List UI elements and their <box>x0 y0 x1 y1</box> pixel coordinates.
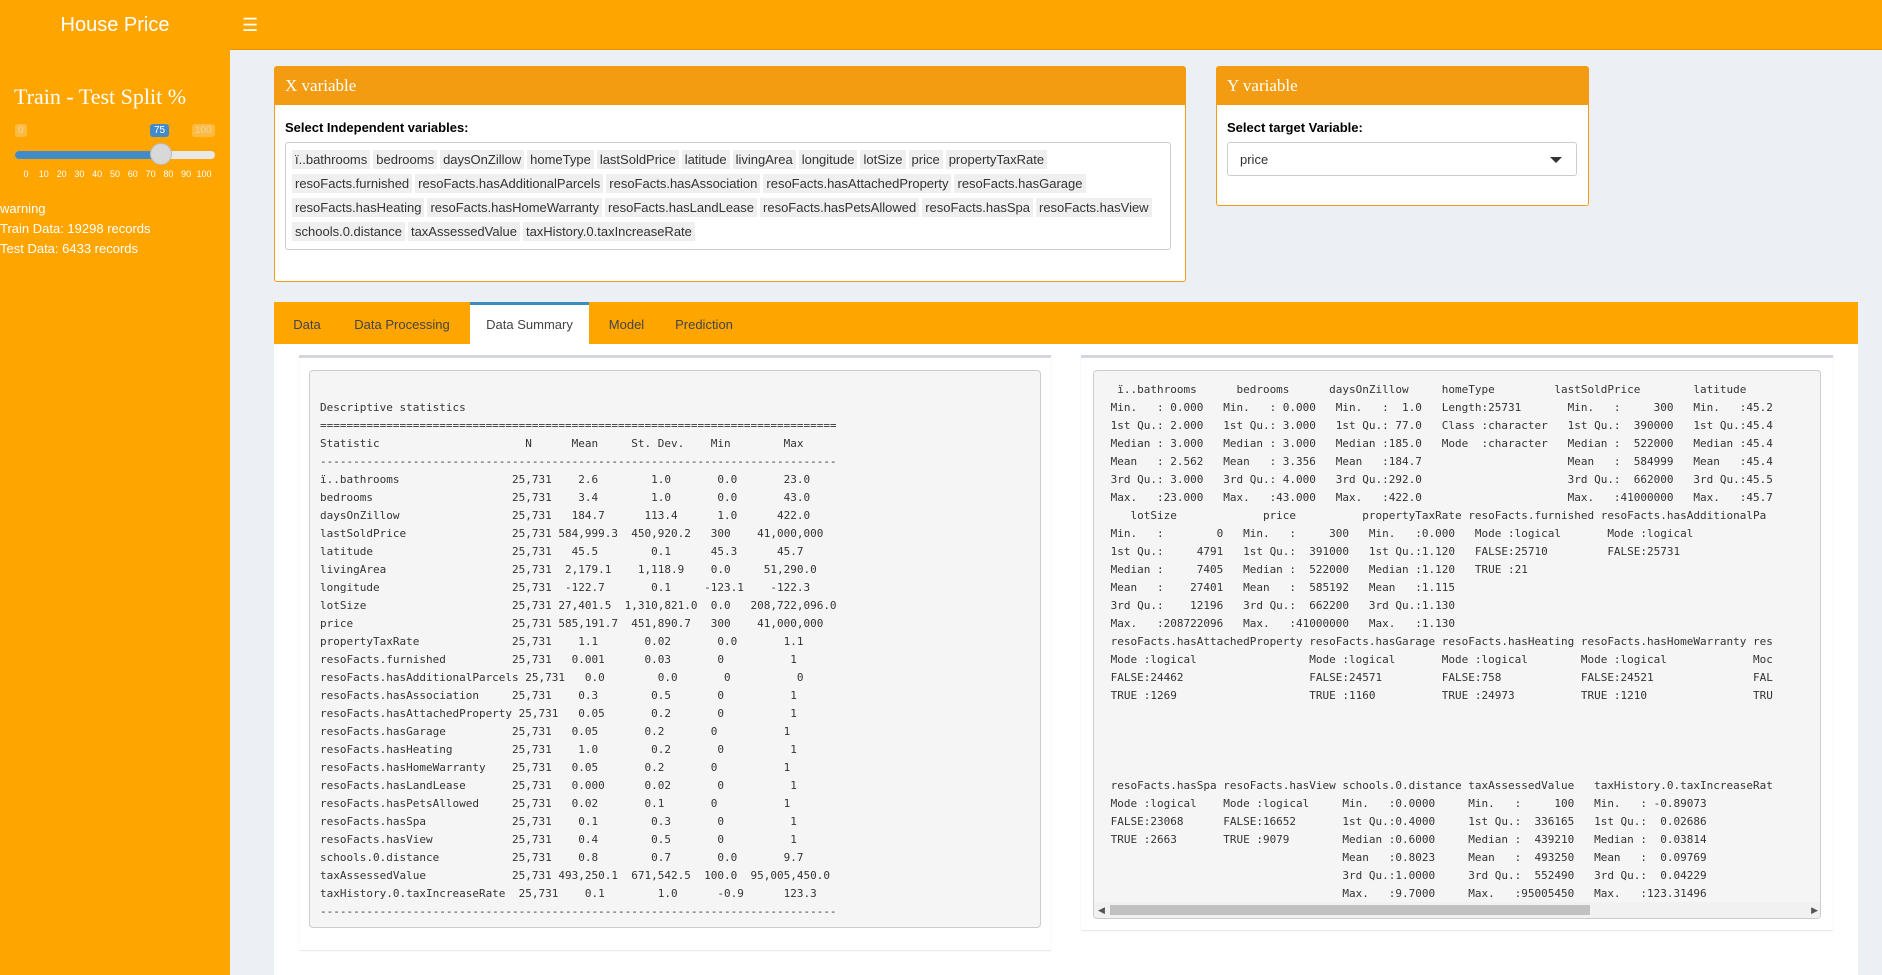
top-navbar: House Price ☰ <box>0 0 1882 50</box>
slider-ticks: 0 10 20 30 40 50 60 70 80 90 100 <box>15 169 215 181</box>
descriptive-stats-panel: Descriptive statistics =================… <box>299 355 1051 950</box>
variable-tag[interactable]: resoFacts.hasHeating <box>292 198 425 217</box>
train-count: Train Data: 19298 records <box>0 221 151 236</box>
summary-output[interactable]: ï..bathrooms bedrooms daysOnZillow homeT… <box>1093 370 1821 919</box>
variable-tag[interactable]: latitude <box>681 150 730 169</box>
variable-tag[interactable]: lastSoldPrice <box>596 150 679 169</box>
descriptive-stats-output: Descriptive statistics =================… <box>309 370 1041 928</box>
target-var-value: price <box>1240 152 1269 167</box>
sidebar-toggle-icon[interactable]: ☰ <box>242 14 260 36</box>
variable-tag[interactable]: resoFacts.hasAdditionalParcels <box>415 174 604 193</box>
descriptive-stats-text: Descriptive statistics =================… <box>320 401 837 918</box>
tick-label: 50 <box>109 169 121 179</box>
variable-tag[interactable]: lotSize <box>860 150 906 169</box>
variable-tag[interactable]: livingArea <box>732 150 796 169</box>
tick-label: 20 <box>56 169 67 179</box>
variable-tag[interactable]: resoFacts.hasGarage <box>954 174 1086 193</box>
slider-track[interactable] <box>15 151 215 159</box>
variable-tag[interactable]: resoFacts.hasAttachedProperty <box>763 174 952 193</box>
tick-label: 30 <box>74 169 85 179</box>
tab-data-summary[interactable]: Data Summary <box>470 302 589 344</box>
tick-label: 10 <box>38 169 49 179</box>
summary-text: ï..bathrooms bedrooms daysOnZillow homeT… <box>1110 383 1773 900</box>
tick-label: 70 <box>145 169 156 179</box>
variable-tag[interactable]: propertyTaxRate <box>945 150 1048 169</box>
y-variable-title: Y variable <box>1217 67 1588 105</box>
slider-handle[interactable] <box>150 143 172 165</box>
variable-tag[interactable]: taxHistory.0.taxIncreaseRate <box>522 222 695 241</box>
independent-vars-label: Select Independent variables: <box>285 120 469 135</box>
variable-tag[interactable]: taxAssessedValue <box>407 222 520 241</box>
scroll-left-icon[interactable]: ◀ <box>1098 905 1105 916</box>
train-test-slider[interactable]: 0 100 75 <box>15 50 215 165</box>
tick-label: 100 <box>196 169 212 179</box>
chevron-down-icon <box>1550 157 1562 163</box>
variable-tag[interactable]: daysOnZillow <box>440 150 525 169</box>
tab-bar: Data Data Processing Data Summary Model … <box>274 302 1858 344</box>
tick-label: 0 <box>23 169 29 179</box>
variable-tag[interactable]: resoFacts.hasSpa <box>922 198 1033 217</box>
tab-data[interactable]: Data <box>282 302 332 344</box>
variable-tag[interactable]: resoFacts.hasView <box>1035 198 1152 217</box>
slider-max-label: 100 <box>192 124 215 137</box>
app-title: House Price <box>0 0 230 50</box>
x-variable-box: X variable Select Independent variables:… <box>274 66 1186 282</box>
sidebar: Train - Test Split % 0 100 75 0 10 20 30… <box>0 50 230 975</box>
variable-tag[interactable]: resoFacts.furnished <box>292 174 413 193</box>
tab-data-processing[interactable]: Data Processing <box>342 302 462 344</box>
target-var-select[interactable]: price <box>1227 142 1577 176</box>
scrollbar-thumb[interactable] <box>1110 905 1590 915</box>
tick-label: 80 <box>163 169 174 179</box>
x-variable-title: X variable <box>275 67 1185 105</box>
variable-tag[interactable]: schools.0.distance <box>292 222 405 241</box>
variable-tag[interactable]: bedrooms <box>373 150 438 169</box>
tick-label: 40 <box>92 169 103 179</box>
variable-tag[interactable]: ï..bathrooms <box>292 150 371 169</box>
variable-tag[interactable]: homeType <box>527 150 594 169</box>
variable-tag[interactable]: longitude <box>798 150 858 169</box>
horizontal-scrollbar[interactable]: ◀ ▶ <box>1094 902 1820 918</box>
slider-value-bubble: 75 <box>150 124 170 137</box>
variable-tag[interactable]: resoFacts.hasAssociation <box>606 174 761 193</box>
variable-tag[interactable]: price <box>908 150 943 169</box>
scroll-right-icon[interactable]: ▶ <box>1811 905 1818 916</box>
summary-panel: ï..bathrooms bedrooms daysOnZillow homeT… <box>1081 355 1833 930</box>
slider-min-label: 0 <box>15 124 27 137</box>
independent-vars-input[interactable]: ï..bathrooms bedrooms daysOnZillow homeType… <box>285 142 1171 250</box>
tab-model[interactable]: Model <box>599 302 654 344</box>
slider-fill <box>15 151 161 159</box>
warning-text: warning <box>0 201 46 216</box>
tick-label: 90 <box>181 169 192 179</box>
test-count: Test Data: 6433 records <box>0 241 139 256</box>
tick-label: 60 <box>127 169 138 179</box>
y-variable-box: Y variable Select target Variable: price <box>1216 66 1589 206</box>
tab-prediction[interactable]: Prediction <box>664 302 744 344</box>
variable-tag[interactable]: resoFacts.hasHomeWarranty <box>427 198 603 217</box>
variable-tag[interactable]: resoFacts.hasPetsAllowed <box>760 198 920 217</box>
target-var-label: Select target Variable: <box>1227 120 1363 135</box>
variable-tag[interactable]: resoFacts.hasLandLease <box>605 198 758 217</box>
